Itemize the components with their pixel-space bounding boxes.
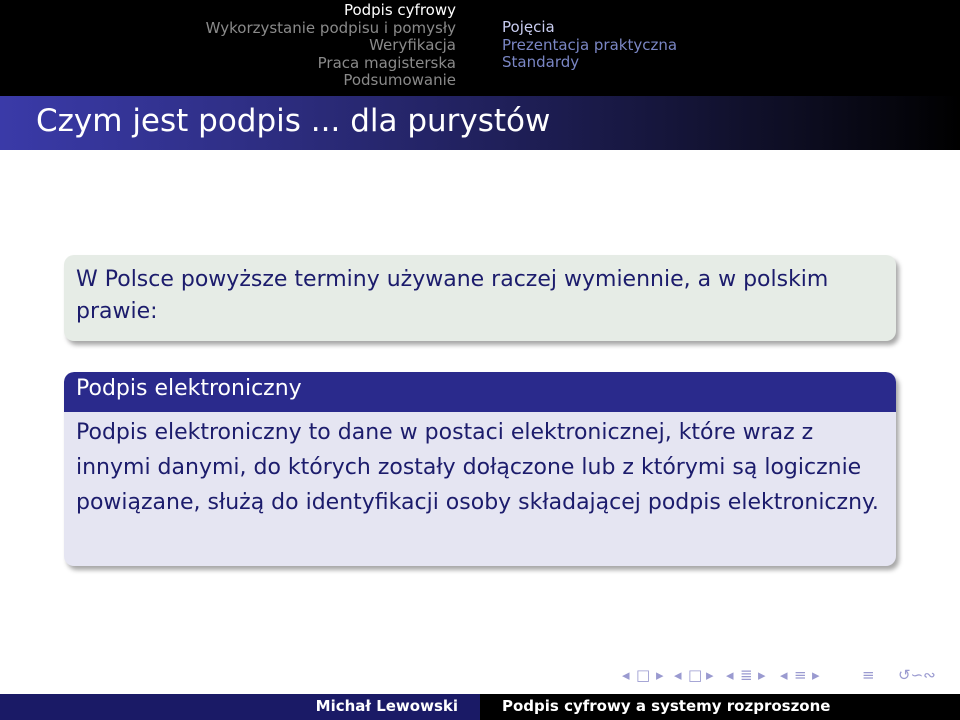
- header-nav: Podpis cyfrowy Wykorzystanie podpisu i p…: [0, 0, 960, 96]
- section-frames-icon[interactable]: □: [688, 666, 702, 684]
- nav-subsection-current[interactable]: Pojęcia: [502, 18, 960, 37]
- footer-author: Michał Lewowski: [315, 697, 458, 715]
- section-icon[interactable]: ≣: [740, 666, 753, 684]
- nav-section[interactable]: Podsumowanie: [0, 71, 456, 90]
- definition-title-bar: Podpis elektroniczny: [64, 372, 896, 412]
- prev-section-frame-icon[interactable]: ◂: [674, 666, 682, 684]
- footer: Michał Lewowski Podpis cyfrowy a systemy…: [0, 694, 960, 720]
- align-icon[interactable]: ≡: [862, 666, 875, 684]
- intro-block: W Polsce powyższe terminy używane raczej…: [64, 255, 896, 341]
- footer-author-box: Michał Lewowski: [0, 694, 480, 720]
- section-nav: Podpis cyfrowy Wykorzystanie podpisu i p…: [0, 0, 478, 96]
- subsection-icon[interactable]: ≡: [794, 666, 807, 684]
- definition-title: Podpis elektroniczny: [76, 376, 302, 401]
- nav-section[interactable]: Weryfikacja: [0, 36, 456, 55]
- intro-text: W Polsce powyższe terminy używane raczej…: [76, 267, 829, 324]
- beamer-navigation: ◂ □ ▸ ◂ □ ▸ ◂ ≣ ▸ ◂ ≡ ▸ ≡ ↺∽∾: [622, 666, 952, 694]
- next-frame-icon[interactable]: ▸: [656, 666, 664, 684]
- next-subsection-icon[interactable]: ▸: [812, 666, 820, 684]
- nav-section[interactable]: Praca magisterska: [0, 54, 456, 73]
- subsection-nav: Pojęcia Prezentacja praktyczna Standardy: [482, 0, 960, 96]
- nav-section-current[interactable]: Podpis cyfrowy: [0, 1, 456, 20]
- footer-short-title: Podpis cyfrowy a systemy rozproszone: [502, 697, 831, 715]
- nav-section[interactable]: Wykorzystanie podpisu i pomysły: [0, 19, 456, 38]
- next-section-frame-icon[interactable]: ▸: [706, 666, 714, 684]
- frame-title-bar: Czym jest podpis ... dla purystów: [0, 96, 960, 150]
- search-icon[interactable]: ↺∽∾: [898, 666, 936, 684]
- frame-icon[interactable]: □: [636, 666, 650, 684]
- definition-block: Podpis elektroniczny Podpis elektroniczn…: [64, 372, 896, 566]
- prev-subsection-icon[interactable]: ◂: [780, 666, 788, 684]
- prev-section-icon[interactable]: ◂: [726, 666, 734, 684]
- prev-frame-icon[interactable]: ◂: [622, 666, 630, 684]
- definition-body: Podpis elektroniczny to dane w postaci e…: [76, 420, 879, 515]
- next-section-icon[interactable]: ▸: [758, 666, 766, 684]
- nav-subsection[interactable]: Standardy: [502, 53, 960, 72]
- frame-title: Czym jest podpis ... dla purystów: [36, 103, 551, 139]
- footer-title-box: Podpis cyfrowy a systemy rozproszone: [480, 694, 960, 720]
- nav-subsection[interactable]: Prezentacja praktyczna: [502, 36, 960, 55]
